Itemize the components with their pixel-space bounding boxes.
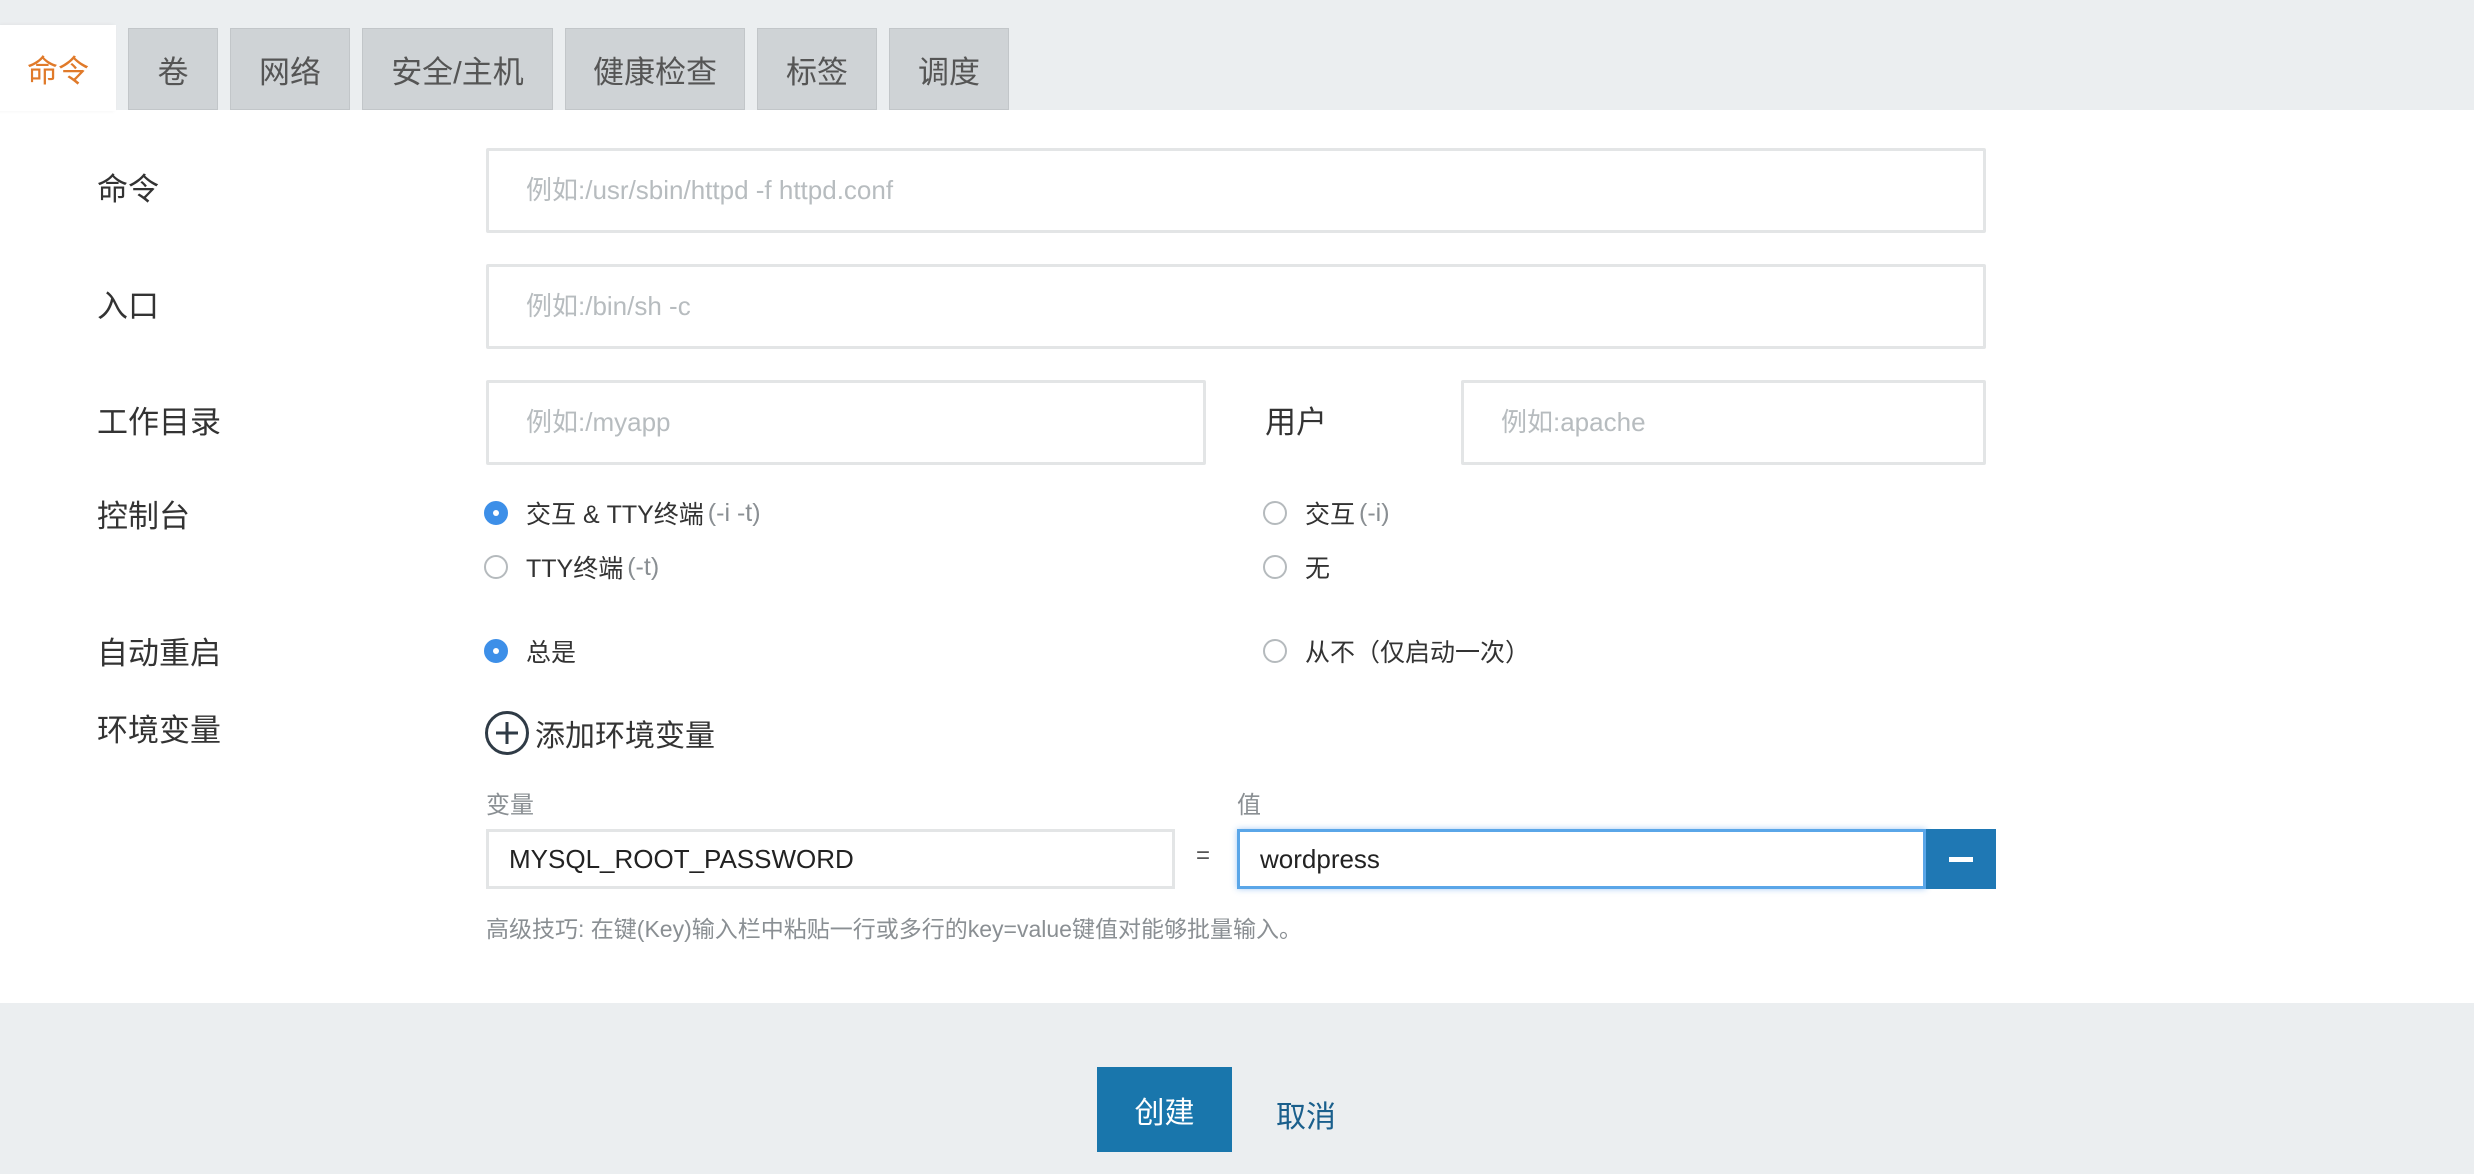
option-label: 从不（仅启动一次）: [1305, 639, 1531, 667]
tab-command[interactable]: 命令: [0, 25, 116, 111]
option-label: TTY终端: [526, 555, 624, 583]
env-label: 环境变量: [97, 713, 221, 748]
console-option-tty[interactable]: TTY终端 (-t): [484, 549, 659, 585]
env-key-input[interactable]: [486, 829, 1175, 889]
option-label: 交互 & TTY终端: [526, 501, 704, 529]
radio-unchecked-icon: [1263, 501, 1287, 525]
env-key-header: 变量: [486, 792, 534, 819]
tab-volumes[interactable]: 卷: [128, 28, 218, 110]
plus-circle-icon: [485, 711, 529, 755]
console-label: 控制台: [97, 499, 190, 534]
user-label: 用户: [1265, 405, 1327, 440]
console-option-none[interactable]: 无: [1263, 549, 1330, 585]
tab-health-check[interactable]: 健康检查: [565, 28, 745, 110]
option-hint: (-t): [627, 552, 660, 581]
option-label: 总是: [526, 639, 577, 667]
radio-unchecked-icon: [1263, 555, 1287, 579]
env-value-input[interactable]: [1237, 829, 1926, 889]
command-label: 命令: [97, 172, 159, 207]
entrypoint-label: 入口: [97, 289, 159, 324]
minus-icon: [1949, 856, 1973, 862]
radio-unchecked-icon: [484, 555, 508, 579]
user-input[interactable]: [1461, 380, 1986, 465]
restart-option-never[interactable]: 从不（仅启动一次）: [1263, 633, 1530, 669]
option-hint: (-i -t): [707, 498, 761, 527]
radio-checked-icon: [484, 639, 508, 663]
option-label: 交互: [1305, 501, 1356, 529]
remove-env-button[interactable]: [1926, 829, 1996, 889]
tab-scheduling[interactable]: 调度: [889, 28, 1009, 110]
workdir-label: 工作目录: [97, 405, 221, 440]
radio-checked-icon: [484, 501, 508, 525]
command-input[interactable]: [486, 148, 1986, 233]
restart-option-always[interactable]: 总是: [484, 633, 576, 669]
option-hint: (-i): [1359, 498, 1390, 527]
create-button[interactable]: 创建: [1097, 1067, 1232, 1152]
entrypoint-input[interactable]: [486, 264, 1986, 349]
env-value-header: 值: [1237, 792, 1261, 819]
equals-sign: =: [1196, 842, 1211, 869]
cancel-button[interactable]: 取消: [1276, 1092, 1336, 1136]
console-option-interactive-tty[interactable]: 交互 & TTY终端 (-i -t): [484, 495, 761, 531]
footer: [0, 1003, 2474, 1174]
env-tip: 高级技巧: 在键(Key)输入栏中粘贴一行或多行的key=value键值对能够批…: [486, 916, 1302, 942]
tab-security-host[interactable]: 安全/主机: [362, 28, 553, 110]
add-env-label: 添加环境变量: [535, 720, 715, 753]
tab-labels[interactable]: 标签: [757, 28, 877, 110]
option-label: 无: [1305, 555, 1331, 583]
tab-network[interactable]: 网络: [230, 28, 350, 110]
workdir-input[interactable]: [486, 380, 1206, 465]
radio-unchecked-icon: [1263, 639, 1287, 663]
add-env-button[interactable]: 添加环境变量: [485, 711, 715, 755]
console-option-interactive[interactable]: 交互 (-i): [1263, 495, 1390, 531]
restart-label: 自动重启: [97, 636, 221, 671]
